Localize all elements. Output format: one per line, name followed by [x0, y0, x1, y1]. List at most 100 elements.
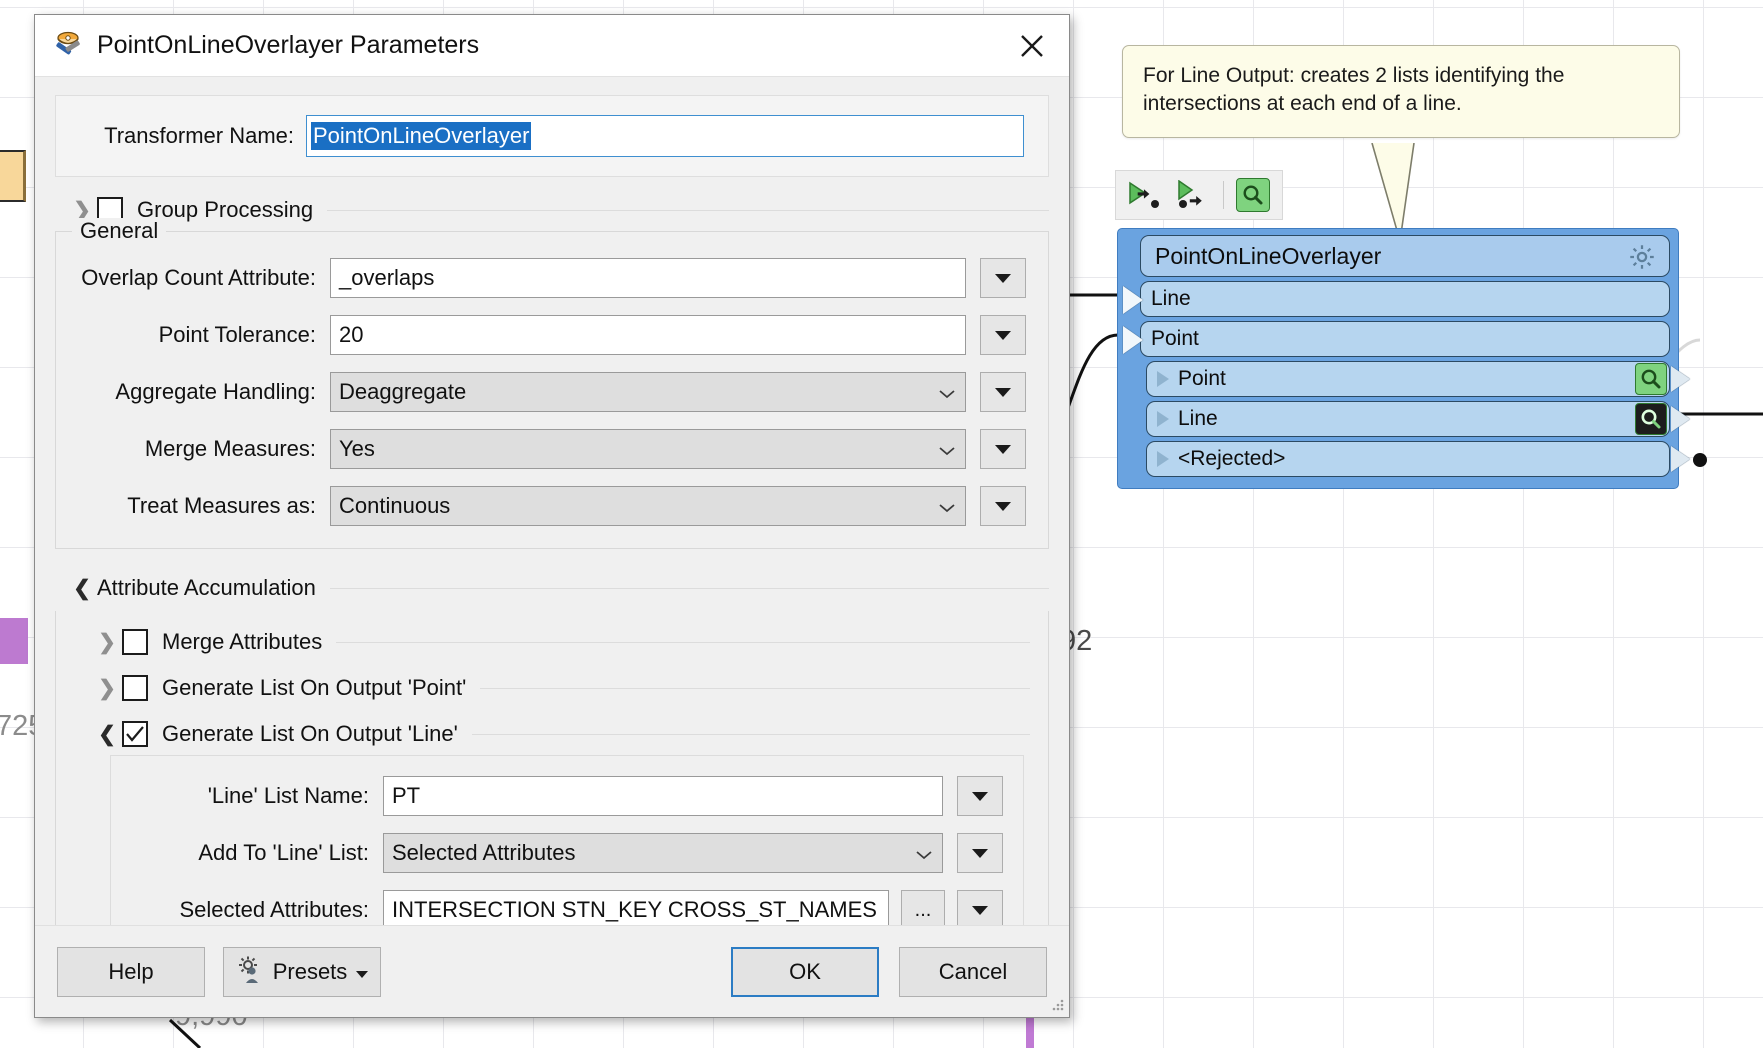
transformer-name-label: Transformer Name:	[104, 123, 294, 148]
transformer-name-value: PointOnLineOverlayer	[311, 122, 532, 150]
node-toolbar[interactable]	[1115, 170, 1283, 220]
port-label: Point	[1178, 367, 1226, 390]
field-label: Selected Attributes:	[179, 897, 369, 922]
chevron-right-icon[interactable]: ❯	[92, 630, 122, 655]
expand-arrow-icon	[1157, 451, 1169, 467]
node-output-port-rejected[interactable]: <Rejected>	[1146, 441, 1707, 477]
group-processing-row[interactable]: ❯ Group Processing	[67, 197, 1049, 223]
attribute-accumulation-header[interactable]: ❮ Attribute Accumulation	[67, 575, 1049, 601]
transformer-name-panel: Transformer Name: PointOnLineOverlayer	[55, 95, 1049, 177]
node-output-port-point[interactable]: Point	[1146, 361, 1690, 397]
field-label: Overlap Count Attribute:	[81, 265, 316, 290]
overlap-count-attribute-input[interactable]: _overlaps	[330, 258, 966, 298]
field-label: Merge Measures:	[144, 436, 316, 461]
ok-button[interactable]: OK	[731, 946, 879, 997]
node-input-port-line[interactable]: Line	[1123, 281, 1670, 317]
divider	[480, 687, 1030, 689]
field-value: Deaggregate	[339, 379, 467, 404]
presets-button[interactable]: Presets	[223, 946, 381, 997]
inspector-icon[interactable]	[1635, 403, 1667, 435]
selected-attributes-dropdown-button[interactable]	[957, 890, 1003, 925]
general-legend: General	[72, 218, 167, 244]
point-tolerance-dropdown-button[interactable]	[980, 315, 1026, 355]
attribute-accumulation-label: Attribute Accumulation	[97, 575, 316, 600]
field-row-line-list-name: 'Line' List Name: PT	[131, 776, 1003, 816]
add-to-line-list-dropdown-button[interactable]	[957, 833, 1003, 873]
line-list-name-dropdown-button[interactable]	[957, 776, 1003, 816]
treat-measures-as-select[interactable]: Continuous	[330, 486, 966, 526]
field-label: Add To 'Line' List:	[198, 840, 369, 865]
merge-attributes-label: Merge Attributes	[162, 629, 323, 654]
option-row-generate-list-line[interactable]: ❮ Generate List On Output 'Line'	[92, 721, 1030, 747]
overlap-count-attribute-dropdown-button[interactable]	[980, 258, 1026, 298]
run-to-this-icon[interactable]	[1125, 175, 1165, 215]
merge-measures-dropdown-button[interactable]	[980, 429, 1026, 469]
inspector-icon[interactable]	[1635, 363, 1667, 395]
option-row-generate-list-point[interactable]: ❯ Generate List On Output 'Point'	[92, 675, 1030, 701]
aggregate-handling-select[interactable]: Deaggregate	[330, 372, 966, 412]
transformer-node[interactable]: PointOnLineOverlayer Line Point Point Li…	[1117, 228, 1707, 489]
parameters-dialog[interactable]: PointOnLineOverlayer Parameters Transfor…	[34, 14, 1070, 1018]
field-value: Selected Attributes	[392, 840, 576, 865]
transformer-name-input[interactable]: PointOnLineOverlayer	[306, 115, 1024, 157]
field-row-selected-attributes: Selected Attributes: INTERSECTION STN_KE…	[131, 890, 1003, 925]
dialog-body: Transformer Name: PointOnLineOverlayer ❯…	[35, 77, 1069, 925]
node-header[interactable]: PointOnLineOverlayer	[1140, 235, 1670, 277]
annotation-callout[interactable]: For Line Output: creates 2 lists identif…	[1122, 45, 1680, 138]
merge-attributes-checkbox[interactable]	[122, 629, 148, 655]
expand-arrow-icon	[1157, 411, 1169, 427]
resize-grip[interactable]	[1049, 998, 1065, 1014]
point-tolerance-input[interactable]: 20	[330, 315, 966, 355]
chevron-down-icon[interactable]: ❮	[92, 722, 122, 747]
presets-gear-person-icon	[235, 954, 265, 990]
expand-arrow-icon	[1157, 371, 1169, 387]
run-from-this-icon[interactable]	[1174, 175, 1214, 215]
selected-attributes-browse-button[interactable]: ...	[901, 890, 945, 925]
output-arrow-icon	[1671, 366, 1690, 392]
chevron-down-icon	[939, 493, 955, 519]
input-arrow-icon	[1123, 286, 1143, 314]
field-value: Continuous	[339, 493, 451, 518]
inspect-icon[interactable]	[1233, 175, 1273, 215]
annotation-text: For Line Output: creates 2 lists identif…	[1143, 64, 1565, 116]
field-label: Treat Measures as:	[127, 493, 316, 518]
node-output-port-line[interactable]: Line	[1146, 401, 1690, 437]
treat-measures-as-dropdown-button[interactable]	[980, 486, 1026, 526]
dialog-titlebar[interactable]: PointOnLineOverlayer Parameters	[35, 15, 1069, 77]
field-label: Aggregate Handling:	[115, 379, 316, 404]
chevron-down-icon	[939, 436, 955, 462]
gear-icon[interactable]	[1627, 242, 1657, 277]
field-label: 'Line' List Name:	[207, 783, 369, 808]
close-icon[interactable]	[995, 16, 1069, 76]
output-endpoint-dot	[1693, 453, 1707, 467]
chevron-right-icon[interactable]: ❯	[92, 676, 122, 701]
aggregate-handling-dropdown-button[interactable]	[980, 372, 1026, 412]
option-row-merge-attributes[interactable]: ❯ Merge Attributes	[92, 629, 1030, 655]
port-label: Line	[1151, 287, 1191, 310]
chevron-down-icon[interactable]: ❮	[67, 576, 97, 601]
generate-list-line-checkbox[interactable]	[122, 721, 148, 747]
add-to-line-list-select[interactable]: Selected Attributes	[383, 833, 943, 873]
field-row-add-to-line-list: Add To 'Line' List: Selected Attributes	[131, 833, 1003, 873]
port-label: Line	[1178, 407, 1218, 430]
field-value: _overlaps	[339, 265, 435, 290]
node-input-port-point[interactable]: Point	[1123, 321, 1670, 357]
general-group: General Overlap Count Attribute: _overla…	[55, 218, 1049, 549]
canvas-object-orange[interactable]	[0, 150, 26, 202]
output-arrow-icon	[1671, 446, 1690, 472]
attribute-accumulation-body: ❯ Merge Attributes ❯ Generate List On Ou…	[55, 611, 1049, 925]
merge-measures-select[interactable]: Yes	[330, 429, 966, 469]
help-button[interactable]: Help	[57, 946, 205, 997]
cancel-button[interactable]: Cancel	[899, 946, 1047, 997]
field-value: 20	[339, 322, 364, 347]
generate-list-point-label: Generate List On Output 'Point'	[162, 675, 467, 700]
line-list-name-input[interactable]: PT	[383, 776, 943, 816]
field-value: PT	[392, 783, 421, 808]
chevron-down-icon	[916, 840, 932, 866]
generate-list-point-checkbox[interactable]	[122, 675, 148, 701]
canvas-object-purple[interactable]	[0, 618, 28, 664]
presets-label: Presets	[272, 958, 348, 984]
line-list-subpanel: 'Line' List Name: PT Add To 'Line' List:…	[110, 755, 1024, 925]
selected-attributes-input[interactable]: INTERSECTION STN_KEY CROSS_ST_NAMES	[383, 890, 889, 925]
node-title: PointOnLineOverlayer	[1155, 242, 1382, 269]
